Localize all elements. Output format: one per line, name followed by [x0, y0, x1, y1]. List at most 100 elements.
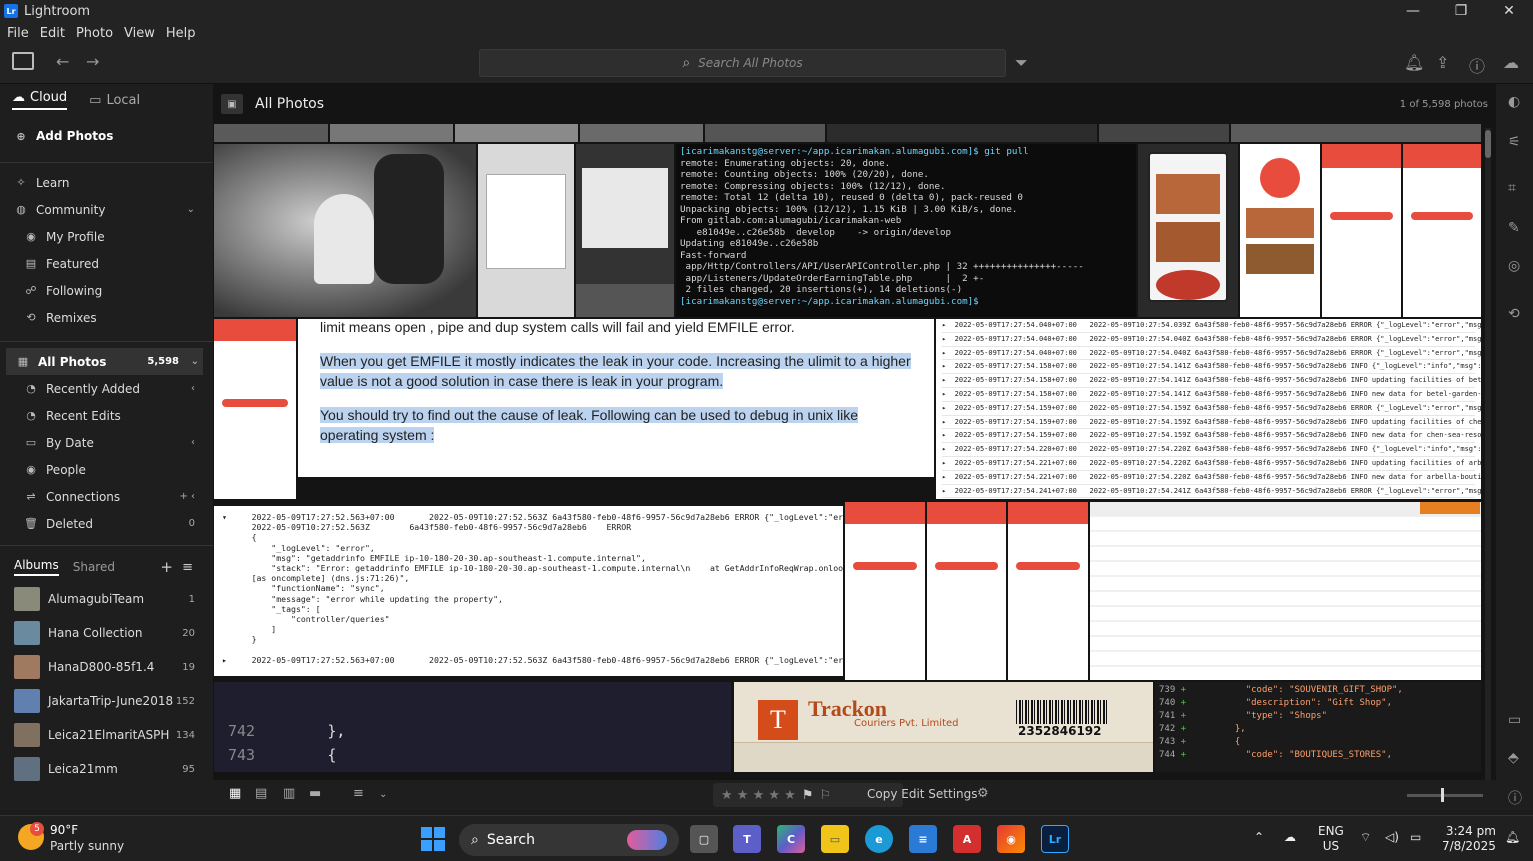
photo-thumbnail[interactable]: [705, 124, 825, 142]
log-row[interactable]: ▸ 2022-05-09T17:27:54.159+07:00 2022-05-…: [942, 402, 1481, 416]
task-view-icon[interactable]: ▢: [690, 825, 718, 853]
language-indicator[interactable]: ENG US: [1318, 824, 1344, 854]
photo-thumbnail-phone[interactable]: [1138, 144, 1238, 317]
menu-view[interactable]: View: [124, 26, 155, 41]
menu-help[interactable]: Help: [166, 26, 196, 41]
photo-thumbnail[interactable]: [455, 124, 578, 142]
photo-thumbnail-login[interactable]: [214, 319, 296, 499]
log-row[interactable]: ▸ 2022-05-09T17:27:54.040+07:00 2022-05-…: [942, 319, 1481, 333]
scrollbar-track[interactable]: [1485, 128, 1491, 788]
clock[interactable]: 3:24 pm 7/8/2025: [1442, 824, 1496, 854]
volume-icon[interactable]: ◁): [1385, 830, 1399, 844]
filmstrip-view-icon[interactable]: ▥: [283, 786, 295, 801]
expand-arrow-icon[interactable]: ▸: [942, 376, 955, 384]
log-row[interactable]: ▸ 2022-05-09T17:27:54.241+07:00 2022-05-…: [942, 485, 1481, 499]
photo-thumbnail-login[interactable]: [1403, 144, 1481, 317]
info-icon[interactable]: ⓘ: [1508, 788, 1522, 808]
file-explorer-icon[interactable]: ▭: [821, 825, 849, 853]
cloud-sync-icon[interactable]: ☁: [1503, 53, 1519, 72]
expand-arrow-icon[interactable]: ▸: [942, 473, 955, 481]
sidebar-item-all-photos[interactable]: ▦ All Photos 5,598 ⌄: [6, 348, 203, 375]
crop-icon[interactable]: ⌗: [1508, 180, 1516, 196]
sidebar-item-by-date[interactable]: ▭ By Date ‹: [0, 429, 213, 456]
photo-grid-view-icon[interactable]: ▤: [255, 786, 267, 801]
sidebar-item-community[interactable]: ◍ Community ⌄: [0, 196, 213, 223]
expand-arrow-icon[interactable]: ▸: [942, 431, 955, 439]
photo-thumbnail-login[interactable]: [1322, 144, 1401, 317]
keywords-tag-icon[interactable]: ⬘: [1508, 750, 1519, 766]
healing-brush-icon[interactable]: ✎: [1508, 220, 1520, 236]
expand-arrow-icon[interactable]: ▸: [942, 349, 955, 357]
album-item[interactable]: JakartaTrip-June2018 152: [0, 684, 213, 718]
sidebar-item-deleted[interactable]: 🗑︎ Deleted 0: [0, 510, 213, 537]
notification-bell-icon[interactable]: 🔔︎: [1404, 53, 1424, 72]
teams-icon[interactable]: T: [733, 825, 761, 853]
acrobat-icon[interactable]: A: [953, 825, 981, 853]
expand-arrow-icon[interactable]: ▸: [942, 487, 955, 495]
photo-thumbnail-login[interactable]: [1008, 502, 1088, 680]
filter-icon[interactable]: ⏷: [1015, 53, 1028, 73]
notifications-icon[interactable]: 🔔︎: [1505, 830, 1520, 844]
photo-thumbnail[interactable]: [330, 124, 453, 142]
battery-icon[interactable]: ▭: [1410, 830, 1421, 844]
photo-thumbnail-laptop[interactable]: [576, 144, 674, 317]
photo-thumbnail-json[interactable]: 739 + "code": "SOUVENIR_GIFT_SHOP", 740 +…: [1155, 682, 1481, 772]
log-row[interactable]: ▸ 2022-05-09T17:27:54.159+07:00 2022-05-…: [942, 429, 1481, 444]
tab-albums[interactable]: Albums: [14, 558, 59, 576]
tab-local[interactable]: ▭ Local: [89, 93, 140, 108]
help-icon[interactable]: ⓘ: [1469, 53, 1485, 77]
menu-file[interactable]: File: [7, 26, 29, 41]
menu-photo[interactable]: Photo: [76, 26, 113, 41]
sort-icon[interactable]: ≡: [353, 786, 364, 801]
sidebar-item-connections[interactable]: ⇌ Connections + ‹: [0, 483, 213, 510]
sidebar-item-people[interactable]: ◉ People: [0, 456, 213, 483]
search-input[interactable]: ⌕ Search All Photos: [479, 49, 1006, 77]
log-row[interactable]: ▸ 2022-05-09T17:27:54.221+07:00 2022-05-…: [942, 457, 1481, 471]
log-row[interactable]: ▸ 2022-05-09T17:27:54.221+07:00 2022-05-…: [942, 471, 1481, 485]
edge-icon[interactable]: e: [865, 825, 893, 853]
add-photos-button[interactable]: ⊕ Add Photos: [0, 116, 213, 156]
tab-cloud[interactable]: ☁ Cloud: [12, 90, 68, 110]
settings-gear-icon[interactable]: ⚙: [977, 786, 989, 801]
log-row[interactable]: ▸ 2022-05-09T17:27:54.158+07:00 2022-05-…: [942, 374, 1481, 388]
rating-stars[interactable]: ★ ★ ★ ★ ★: [721, 788, 796, 803]
album-item[interactable]: Leica21mm 95: [0, 752, 213, 786]
chevron-up-icon[interactable]: ⌃: [1254, 830, 1264, 844]
panel-toggle-icon[interactable]: [12, 52, 34, 70]
slider-handle[interactable]: [1441, 788, 1444, 802]
sidebar-item-remixes[interactable]: ⟲ Remixes: [0, 304, 213, 331]
wifi-icon[interactable]: ⌔: [1360, 830, 1371, 845]
photo-thumbnail[interactable]: [1231, 124, 1481, 142]
grid-view-icon[interactable]: ▣: [221, 94, 243, 114]
add-album-icon[interactable]: +: [160, 558, 173, 576]
chrome-app-icon[interactable]: ◉: [997, 825, 1025, 853]
photo-thumbnail[interactable]: [214, 124, 328, 142]
expand-arrow-icon[interactable]: ▸: [942, 418, 955, 426]
photo-thumbnail-log-detail[interactable]: ▾ 2022-05-09T17:27:52.563+07:00 2022-05-…: [214, 506, 843, 676]
edit-sliders-icon[interactable]: ⚟: [1508, 134, 1521, 150]
photo-thumbnail-table[interactable]: [1090, 502, 1481, 680]
sidebar-item-recent-edits[interactable]: ◔ Recent Edits: [0, 402, 213, 429]
log-row[interactable]: ▸ 2022-05-09T17:27:54.040+07:00 2022-05-…: [942, 347, 1481, 361]
album-item[interactable]: HanaD800-85f1.4 19: [0, 650, 213, 684]
scrollbar-thumb[interactable]: [1485, 130, 1491, 158]
photo-thumbnail-login[interactable]: [845, 502, 925, 680]
photo-thumbnail-stackoverflow[interactable]: limit means open , pipe and dup system c…: [298, 319, 934, 477]
photo-thumbnail-terminal[interactable]: [icarimakanstg@server:~/app.icarimakan.a…: [676, 144, 1136, 317]
notepad-icon[interactable]: ≡: [909, 825, 937, 853]
log-row[interactable]: ▸ 2022-05-09T17:27:54.158+07:00 2022-05-…: [942, 360, 1481, 375]
close-button[interactable]: ✕: [1486, 0, 1532, 22]
menu-edit[interactable]: Edit: [40, 26, 65, 41]
flag-reject-icon[interactable]: ⚐: [819, 788, 831, 803]
photo-thumbnail-receipt[interactable]: T Trackon Couriers Pvt. Limited 23528461…: [734, 682, 1153, 772]
photo-thumbnail-code[interactable]: 742 }, 743 {: [214, 682, 731, 772]
minimize-button[interactable]: —: [1390, 0, 1436, 22]
detail-view-icon[interactable]: ▬: [309, 786, 321, 801]
versions-icon[interactable]: ⟲: [1508, 306, 1520, 322]
expand-arrow-icon[interactable]: ▸: [942, 404, 955, 412]
log-row[interactable]: ▸ 2022-05-09T17:27:54.241+07:00 2022-05-…: [942, 498, 1475, 499]
photo-thumbnail-log[interactable]: ▸ 2022-05-09T17:27:54.040+07:00 2022-05-…: [936, 319, 1481, 499]
expand-arrow-icon[interactable]: ▸: [942, 321, 955, 329]
photo-thumbnail[interactable]: [580, 124, 703, 142]
comments-icon[interactable]: ▭: [1508, 712, 1521, 728]
